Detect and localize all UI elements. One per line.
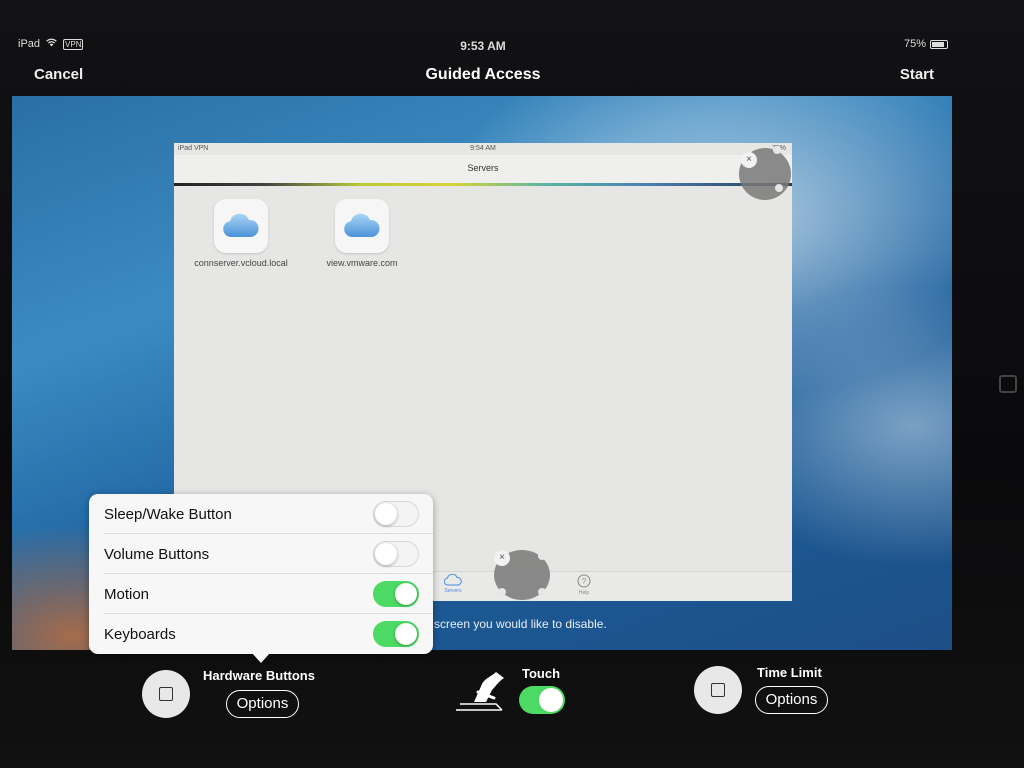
- hardware-options-button[interactable]: Options: [226, 690, 299, 718]
- status-time: 9:53 AM: [460, 39, 506, 53]
- resize-handle[interactable]: [498, 588, 506, 596]
- server-item[interactable]: view.vmware.com: [307, 199, 417, 268]
- svg-text:?: ?: [582, 577, 587, 586]
- cloud-icon: [214, 199, 268, 253]
- option-label: Motion: [104, 586, 150, 603]
- touch-toggle[interactable]: [519, 686, 565, 714]
- status-right: 75%: [904, 38, 948, 50]
- time-limit-toggle[interactable]: [694, 666, 742, 714]
- server-name: connserver.vcloud.local: [194, 258, 288, 268]
- inner-status-bar: iPad VPN 9:54 AM 75%: [174, 143, 792, 155]
- option-row-keyboards: Keyboards: [89, 614, 433, 654]
- volume-toggle[interactable]: [373, 541, 419, 567]
- touch-label: Touch: [522, 666, 561, 681]
- close-icon[interactable]: ×: [741, 152, 757, 168]
- cloud-icon: [443, 573, 462, 586]
- status-bar: iPad VPN 9:53 AM 75%: [0, 38, 966, 54]
- square-icon: [159, 687, 173, 701]
- hardware-buttons-label: Hardware Buttons: [203, 668, 315, 683]
- cloud-icon: [335, 199, 389, 253]
- hardware-buttons-toggle[interactable]: [142, 670, 190, 718]
- option-row-volume: Volume Buttons: [89, 534, 433, 574]
- start-button[interactable]: Start: [900, 66, 934, 83]
- battery-percent: 75%: [903, 38, 926, 50]
- resize-handle[interactable]: [538, 552, 546, 560]
- home-button: [999, 375, 1017, 393]
- tab-help[interactable]: ? Help: [559, 574, 609, 596]
- option-label: Sleep/Wake Button: [104, 506, 232, 523]
- resize-handle[interactable]: [737, 188, 745, 196]
- navigation-bar: Cancel Guided Access Start: [0, 64, 966, 88]
- keyboards-toggle[interactable]: [373, 621, 419, 647]
- inner-nav-bar: Servers: [174, 155, 792, 183]
- resize-handle[interactable]: [538, 588, 546, 596]
- server-item[interactable]: connserver.vcloud.local: [186, 199, 296, 268]
- option-label: Volume Buttons: [104, 546, 210, 563]
- color-strip: [174, 183, 792, 186]
- server-name: view.vmware.com: [326, 258, 398, 268]
- time-limit-label: Time Limit: [757, 665, 822, 680]
- close-icon[interactable]: ×: [494, 550, 510, 566]
- touch-icon: [452, 668, 510, 716]
- instruction-text: e screen you would like to disable.: [424, 617, 607, 631]
- page-title: Guided Access: [425, 66, 541, 83]
- hardware-options-popover: Sleep/Wake Button Volume Buttons Motion …: [89, 494, 433, 663]
- time-limit-options-button[interactable]: Options: [755, 686, 828, 714]
- disabled-area[interactable]: ×: [494, 550, 550, 600]
- sleep-wake-toggle[interactable]: [373, 501, 419, 527]
- battery-icon: [930, 39, 948, 49]
- disabled-area[interactable]: ×: [737, 146, 791, 200]
- tab-servers[interactable]: Servers: [428, 573, 478, 594]
- option-row-motion: Motion: [89, 574, 433, 614]
- square-icon: [711, 683, 725, 697]
- resize-handle[interactable]: [773, 146, 781, 154]
- ipad-screen: iPad VPN 9:53 AM 75% Cancel Guided Acces…: [0, 0, 1024, 768]
- help-icon: ?: [577, 574, 591, 588]
- inner-status-time: 9:54 AM: [470, 145, 496, 152]
- option-label: Keyboards: [104, 626, 176, 643]
- resize-handle[interactable]: [775, 184, 783, 192]
- option-row-sleep-wake: Sleep/Wake Button: [89, 494, 433, 534]
- motion-toggle[interactable]: [373, 581, 419, 607]
- inner-title: Servers: [467, 163, 499, 173]
